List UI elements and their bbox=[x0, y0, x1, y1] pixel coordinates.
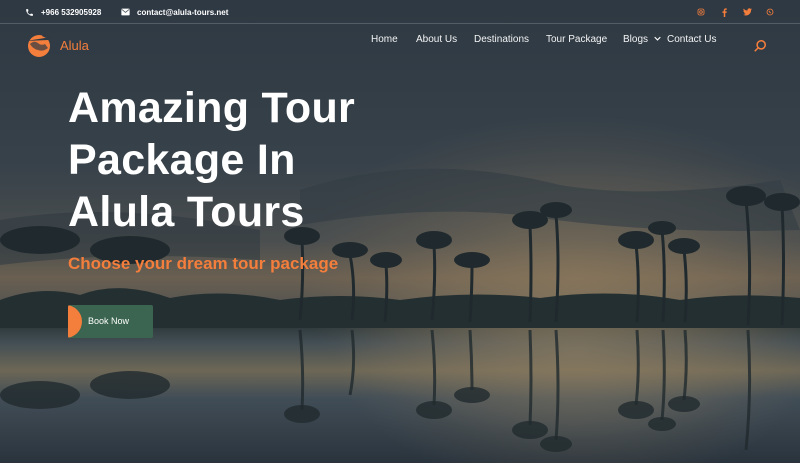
nav-about[interactable]: About Us bbox=[416, 34, 457, 45]
phone-icon bbox=[26, 8, 33, 16]
hero-title-line-2: Package In bbox=[68, 136, 296, 184]
brand-logo[interactable]: Alula bbox=[24, 32, 89, 58]
nav-contact[interactable]: Contact Us bbox=[667, 34, 716, 45]
hero-subtitle: Choose your dream tour package bbox=[68, 254, 339, 273]
whatsapp-icon[interactable] bbox=[764, 6, 776, 18]
nav-destinations[interactable]: Destinations bbox=[474, 34, 529, 45]
book-now-button[interactable]: Book Now bbox=[68, 305, 153, 338]
social-links bbox=[684, 6, 776, 18]
nav-home[interactable]: Home bbox=[371, 34, 398, 45]
phone-number: +966 532905928 bbox=[41, 7, 102, 17]
button-accent bbox=[68, 305, 82, 338]
book-now-label: Book Now bbox=[88, 316, 130, 326]
nav-blogs[interactable]: Blogs bbox=[623, 34, 661, 45]
search-icon bbox=[754, 39, 767, 52]
instagram-icon[interactable] bbox=[695, 6, 707, 18]
hero-title-line-3: Alula Tours bbox=[68, 188, 305, 236]
globe-plane-logo-icon bbox=[26, 33, 51, 57]
brand-name: Alula bbox=[60, 37, 89, 53]
main-navbar: Alula Home About Us Destinations Tour Pa… bbox=[0, 24, 800, 66]
facebook-icon[interactable] bbox=[718, 6, 730, 18]
top-contact-bar: +966 532905928 contact@alula-tours.net bbox=[0, 0, 800, 24]
twitter-icon[interactable] bbox=[741, 6, 753, 18]
hero-title: Amazing Tour Package In Alula Tours bbox=[68, 82, 428, 238]
phone-contact[interactable]: +966 532905928 bbox=[25, 6, 101, 18]
nav-blogs-label: Blogs bbox=[623, 33, 649, 45]
nav-tour-package[interactable]: Tour Package bbox=[546, 34, 607, 45]
mail-icon bbox=[121, 8, 130, 16]
email-contact[interactable]: contact@alula-tours.net bbox=[121, 6, 228, 18]
chevron-down-icon bbox=[654, 37, 661, 42]
search-button[interactable] bbox=[753, 39, 769, 55]
hero-title-line-1: Amazing Tour bbox=[68, 84, 356, 132]
email-address: contact@alula-tours.net bbox=[137, 7, 229, 17]
